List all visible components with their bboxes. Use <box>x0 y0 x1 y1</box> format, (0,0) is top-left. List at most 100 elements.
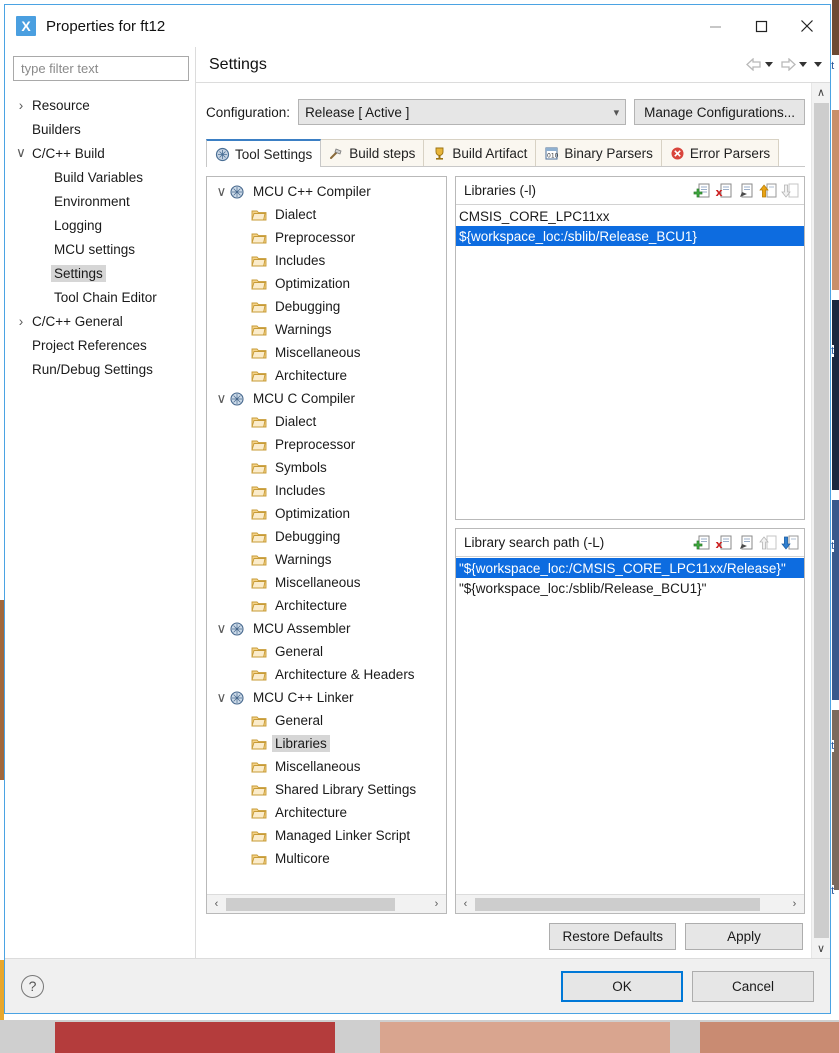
ok-button[interactable]: OK <box>561 970 683 1002</box>
sidebar-item-c-c-build[interactable]: ∨ C/C++ Build <box>5 141 195 165</box>
tool-tree-item-miscellaneous[interactable]: Miscellaneous <box>207 341 446 364</box>
cancel-button[interactable]: Cancel <box>692 970 814 1002</box>
chevron-down-icon[interactable]: ∨ <box>214 184 229 200</box>
tool-tree-item-general[interactable]: General <box>207 640 446 663</box>
settings-vscrollbar[interactable]: ∧ ∨ <box>811 83 830 958</box>
nav-forward-group[interactable] <box>780 58 807 71</box>
chevron-right-icon[interactable]: › <box>13 98 29 113</box>
tool-tree-item-miscellaneous[interactable]: Miscellaneous <box>207 571 446 594</box>
chevron-down-icon[interactable]: ∨ <box>214 690 229 706</box>
sidebar-item-builders[interactable]: Builders <box>5 117 195 141</box>
nav-back-group[interactable] <box>746 58 773 71</box>
add-icon[interactable] <box>693 534 712 552</box>
edit-icon[interactable] <box>737 534 756 552</box>
scroll-left-arrow[interactable]: ‹ <box>456 898 475 910</box>
maximize-button[interactable] <box>738 5 784 47</box>
tab-build-artifact[interactable]: Build Artifact <box>423 139 537 166</box>
restore-defaults-button[interactable]: Restore Defaults <box>549 922 676 950</box>
tool-tree-item-architecture[interactable]: Architecture <box>207 364 446 387</box>
tool-tree-item-debugging[interactable]: Debugging <box>207 295 446 318</box>
page-menu-button[interactable] <box>814 62 822 67</box>
scroll-left-arrow[interactable]: ‹ <box>207 898 226 910</box>
sidebar-item-c-c-general[interactable]: › C/C++ General <box>5 309 195 333</box>
search-path-hscrollbar[interactable]: ‹ › <box>456 894 804 913</box>
sidebar-item-environment[interactable]: Environment <box>5 189 195 213</box>
apply-button[interactable]: Apply <box>685 922 803 950</box>
tool-tree-item-preprocessor[interactable]: Preprocessor <box>207 226 446 249</box>
tool-tree-item-debugging[interactable]: Debugging <box>207 525 446 548</box>
tool-tree-item-includes[interactable]: Includes <box>207 249 446 272</box>
tool-tree-item-warnings[interactable]: Warnings <box>207 548 446 571</box>
scroll-thumb[interactable] <box>813 103 829 938</box>
manage-configurations-button[interactable]: Manage Configurations... <box>634 99 805 125</box>
move-down-icon[interactable] <box>781 534 800 552</box>
configuration-combo[interactable]: Release [ Active ] ▾ <box>298 99 627 125</box>
tool-tree-item-optimization[interactable]: Optimization <box>207 502 446 525</box>
chevron-down-icon[interactable] <box>765 62 773 67</box>
chevron-down-icon[interactable]: ∨ <box>214 391 229 407</box>
tool-tree-item-mcu-assembler[interactable]: ∨ MCU Assembler <box>207 617 446 640</box>
sidebar-item-resource[interactable]: › Resource <box>5 93 195 117</box>
sidebar-item-tool-chain-editor[interactable]: Tool Chain Editor <box>5 285 195 309</box>
tool-tree-item-general[interactable]: General <box>207 709 446 732</box>
chevron-down-icon[interactable] <box>799 62 807 67</box>
scroll-up-arrow[interactable]: ∧ <box>817 83 825 102</box>
add-icon[interactable] <box>693 182 712 200</box>
tool-tree-item-miscellaneous[interactable]: Miscellaneous <box>207 755 446 778</box>
tab-build-steps[interactable]: Build steps <box>320 139 425 166</box>
minimize-button[interactable] <box>692 5 738 47</box>
edit-icon[interactable] <box>737 182 756 200</box>
tool-tree-item-multicore[interactable]: Multicore <box>207 847 446 870</box>
scroll-track[interactable] <box>475 897 785 911</box>
tab-error-parsers[interactable]: Error Parsers <box>660 139 780 166</box>
scroll-down-arrow[interactable]: ∨ <box>817 939 825 958</box>
scroll-track[interactable] <box>226 897 427 911</box>
tool-tree-item-architecture-headers[interactable]: Architecture & Headers <box>207 663 446 686</box>
libraries-list[interactable]: CMSIS_CORE_LPC11xx ${workspace_loc:/sblib… <box>456 205 804 519</box>
tool-tree-hscrollbar[interactable]: ‹ › <box>207 894 446 913</box>
chevron-down-icon[interactable]: ∨ <box>214 621 229 637</box>
chevron-right-icon[interactable]: › <box>13 314 29 329</box>
tool-tree-item-warnings[interactable]: Warnings <box>207 318 446 341</box>
question-mark-icon[interactable]: ? <box>21 974 44 998</box>
tool-tree-item-dialect[interactable]: Dialect <box>207 410 446 433</box>
scroll-track[interactable] <box>813 102 829 939</box>
tool-tree-item-mcu-c++-compiler[interactable]: ∨ MCU C++ Compiler <box>207 180 446 203</box>
tool-tree-item-managed-linker-script[interactable]: Managed Linker Script <box>207 824 446 847</box>
delete-icon[interactable]: x <box>715 534 734 552</box>
tool-tree-item-shared-library-settings[interactable]: Shared Library Settings <box>207 778 446 801</box>
scroll-right-arrow[interactable]: › <box>427 898 446 910</box>
close-button[interactable] <box>784 5 830 47</box>
sidebar-item-mcu-settings[interactable]: MCU settings <box>5 237 195 261</box>
library-list-item[interactable]: CMSIS_CORE_LPC11xx <box>456 206 804 226</box>
tool-tree-item-architecture[interactable]: Architecture <box>207 594 446 617</box>
tab-binary-parsers[interactable]: 010 Binary Parsers <box>535 139 662 166</box>
scroll-right-arrow[interactable]: › <box>785 898 804 910</box>
tool-tree-item-mcu-c-compiler[interactable]: ∨ MCU C Compiler <box>207 387 446 410</box>
search-path-list-item[interactable]: "${workspace_loc:/CMSIS_CORE_LPC11xx/Rel… <box>456 558 804 578</box>
search-path-list-item[interactable]: "${workspace_loc:/sblib/Release_BCU1}" <box>456 578 804 598</box>
search-path-list[interactable]: "${workspace_loc:/CMSIS_CORE_LPC11xx/Rel… <box>456 557 804 894</box>
tool-tree-item-libraries[interactable]: Libraries <box>207 732 446 755</box>
sidebar-item-run-debug-settings[interactable]: Run/Debug Settings <box>5 357 195 381</box>
filter-input[interactable]: type filter text <box>13 56 189 81</box>
chevron-down-icon[interactable] <box>814 62 822 67</box>
tool-tree-item-architecture[interactable]: Architecture <box>207 801 446 824</box>
sidebar-item-project-references[interactable]: Project References <box>5 333 195 357</box>
sidebar-item-build-variables[interactable]: Build Variables <box>5 165 195 189</box>
tool-tree-item-dialect[interactable]: Dialect <box>207 203 446 226</box>
tool-tree-item-preprocessor[interactable]: Preprocessor <box>207 433 446 456</box>
library-list-item[interactable]: ${workspace_loc:/sblib/Release_BCU1} <box>456 226 804 246</box>
scroll-thumb[interactable] <box>475 897 761 911</box>
tab-tool-settings[interactable]: Tool Settings <box>206 139 322 167</box>
move-up-icon[interactable] <box>759 182 778 200</box>
delete-icon[interactable]: x <box>715 182 734 200</box>
sidebar-item-logging[interactable]: Logging <box>5 213 195 237</box>
chevron-down-icon[interactable]: ∨ <box>13 145 29 161</box>
scroll-thumb[interactable] <box>226 897 395 911</box>
tool-tree-item-includes[interactable]: Includes <box>207 479 446 502</box>
tool-tree-item-optimization[interactable]: Optimization <box>207 272 446 295</box>
tool-tree-item-symbols[interactable]: Symbols <box>207 456 446 479</box>
tool-tree-item-mcu-c++-linker[interactable]: ∨ MCU C++ Linker <box>207 686 446 709</box>
sidebar-item-settings[interactable]: Settings <box>5 261 195 285</box>
